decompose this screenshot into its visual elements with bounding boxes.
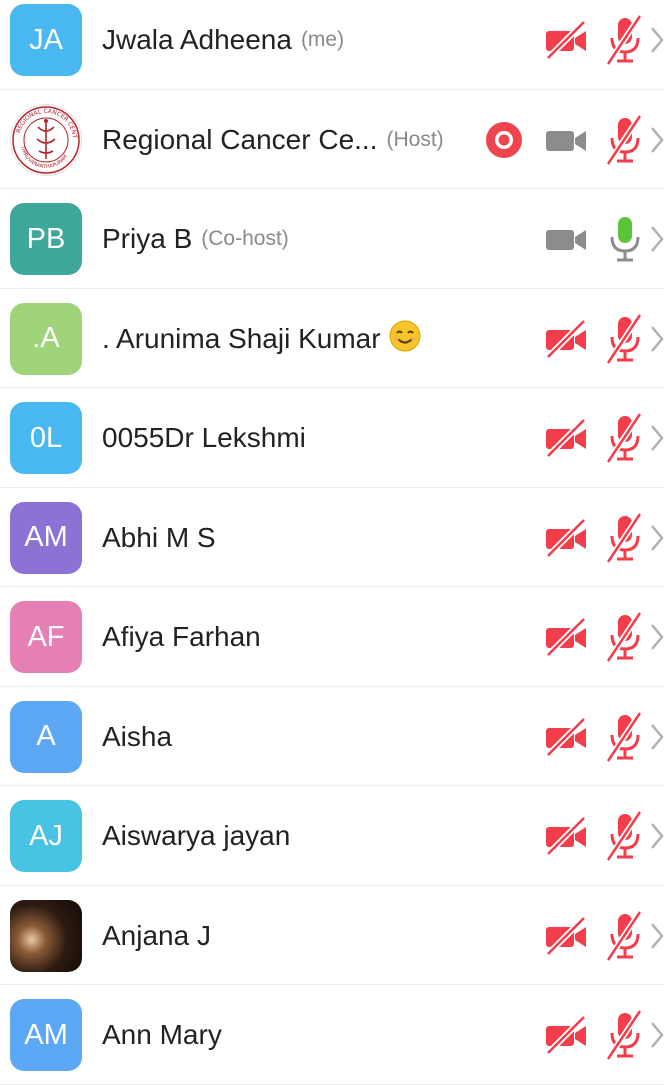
participant-name-group: Anjana J [102,886,211,986]
participant-name: Aisha [102,720,173,752]
mic-muted-icon[interactable] [604,113,644,166]
participant-row[interactable]: A Aisha [0,687,664,787]
participant-name-group: Priya B (Co-host) [102,189,289,289]
avatar-initials: 0L [10,402,82,474]
avatar-initials: AM [10,501,82,574]
chevron-right-icon[interactable] [650,723,664,751]
avatar-initials: .A [10,302,82,375]
participant-name: . Arunima Shaji Kumar [102,322,381,354]
participant-name: Priya B [102,223,193,254]
video-off-icon[interactable] [544,814,590,858]
participant-name-group: 0055Dr Lekshmi [102,388,306,488]
video-off-icon[interactable] [544,317,590,361]
participant-row[interactable]: 0L 0055Dr Lekshmi [0,388,664,488]
participant-row[interactable]: Anjana J [0,886,664,986]
avatar-initials: PB [10,203,82,275]
participant-role: (me) [300,28,345,51]
chevron-right-icon[interactable] [650,26,664,54]
chevron-right-icon[interactable] [650,126,664,154]
mic-muted-icon[interactable] [604,511,644,564]
participant-role: (Host) [386,127,444,151]
avatar-initials: A [10,700,82,773]
participant-row[interactable]: REGIONAL CANCER CENTRE THIRUVANANTHAPURA… [0,90,664,190]
chevron-right-icon[interactable] [650,225,664,253]
participant-name-group: Afiya Farhan [102,587,261,687]
avatar-initials: AM [10,999,82,1071]
participant-row[interactable]: .A . Arunima Shaji Kumar [0,289,664,389]
participant-row[interactable]: AM Ann Mary [0,985,664,1085]
video-camera-icon[interactable] [544,118,590,162]
participant-name: Regional Cancer Ce... [102,123,378,155]
avatar-initials: JA [10,4,82,76]
participant-row[interactable]: AM Abhi M S [0,488,664,588]
participant-name-group: Abhi M S [102,488,216,588]
participant-list: JA Jwala Adheena (me) REGIONAL CANCER CENT… [0,0,664,1085]
participant-name: 0055Dr Lekshmi [102,422,306,453]
participant-name-group: Jwala Adheena (me) [102,0,344,90]
mic-muted-icon[interactable] [604,909,644,962]
participant-role: (Co-host) [201,227,289,250]
video-camera-icon[interactable] [544,217,590,261]
chevron-right-icon[interactable] [650,325,664,353]
participant-name: Abhi M S [102,521,216,553]
mic-muted-icon[interactable] [604,312,644,365]
chevron-right-icon[interactable] [650,623,664,651]
chevron-right-icon[interactable] [650,922,664,950]
video-off-icon[interactable] [544,615,590,659]
chevron-right-icon[interactable] [650,424,664,452]
recording-icon [485,121,523,159]
participant-name: Jwala Adheena [102,24,292,55]
video-off-icon[interactable] [544,715,590,759]
avatar-initials: AJ [10,800,82,872]
video-off-icon[interactable] [544,516,590,560]
mic-active-icon[interactable] [604,213,644,265]
mic-muted-icon[interactable] [604,611,644,663]
participant-name: Anjana J [102,919,211,951]
chevron-right-icon[interactable] [650,524,664,552]
participant-name-group: Aisha [102,687,172,787]
mic-muted-icon[interactable] [604,412,644,464]
mic-muted-icon[interactable] [604,1009,644,1061]
photo-avatar [10,899,82,972]
participant-name: Ann Mary [102,1019,222,1050]
mic-muted-icon[interactable] [604,810,644,862]
participant-row[interactable]: PB Priya B (Co-host) [0,189,664,289]
participant-row[interactable]: JA Jwala Adheena (me) [0,0,664,90]
chevron-right-icon[interactable] [650,822,664,850]
participant-name: Aiswarya jayan [102,820,291,851]
participant-name-group: Aiswarya jayan [102,786,290,886]
participant-name-group: Ann Mary [102,985,222,1085]
video-off-icon[interactable] [544,914,590,958]
avatar-initials: AF [10,601,82,673]
participant-name: Afiya Farhan [102,621,261,652]
host-logo-avatar: REGIONAL CANCER CENTRE THIRUVANANTHAPURA… [10,103,82,176]
participant-row[interactable]: AF Afiya Farhan [0,587,664,687]
participant-name-group: Regional Cancer Ce... (Host) [102,90,444,190]
participant-name-group: . Arunima Shaji Kumar [102,289,421,389]
video-off-icon[interactable] [544,416,590,460]
video-off-icon[interactable] [544,18,590,62]
smiling-face-emoji-icon [389,320,421,357]
chevron-right-icon[interactable] [650,1021,664,1049]
video-off-icon[interactable] [544,1013,590,1057]
mic-muted-icon[interactable] [604,710,644,763]
participant-row[interactable]: AJ Aiswarya jayan [0,786,664,886]
mic-muted-icon[interactable] [604,14,644,66]
